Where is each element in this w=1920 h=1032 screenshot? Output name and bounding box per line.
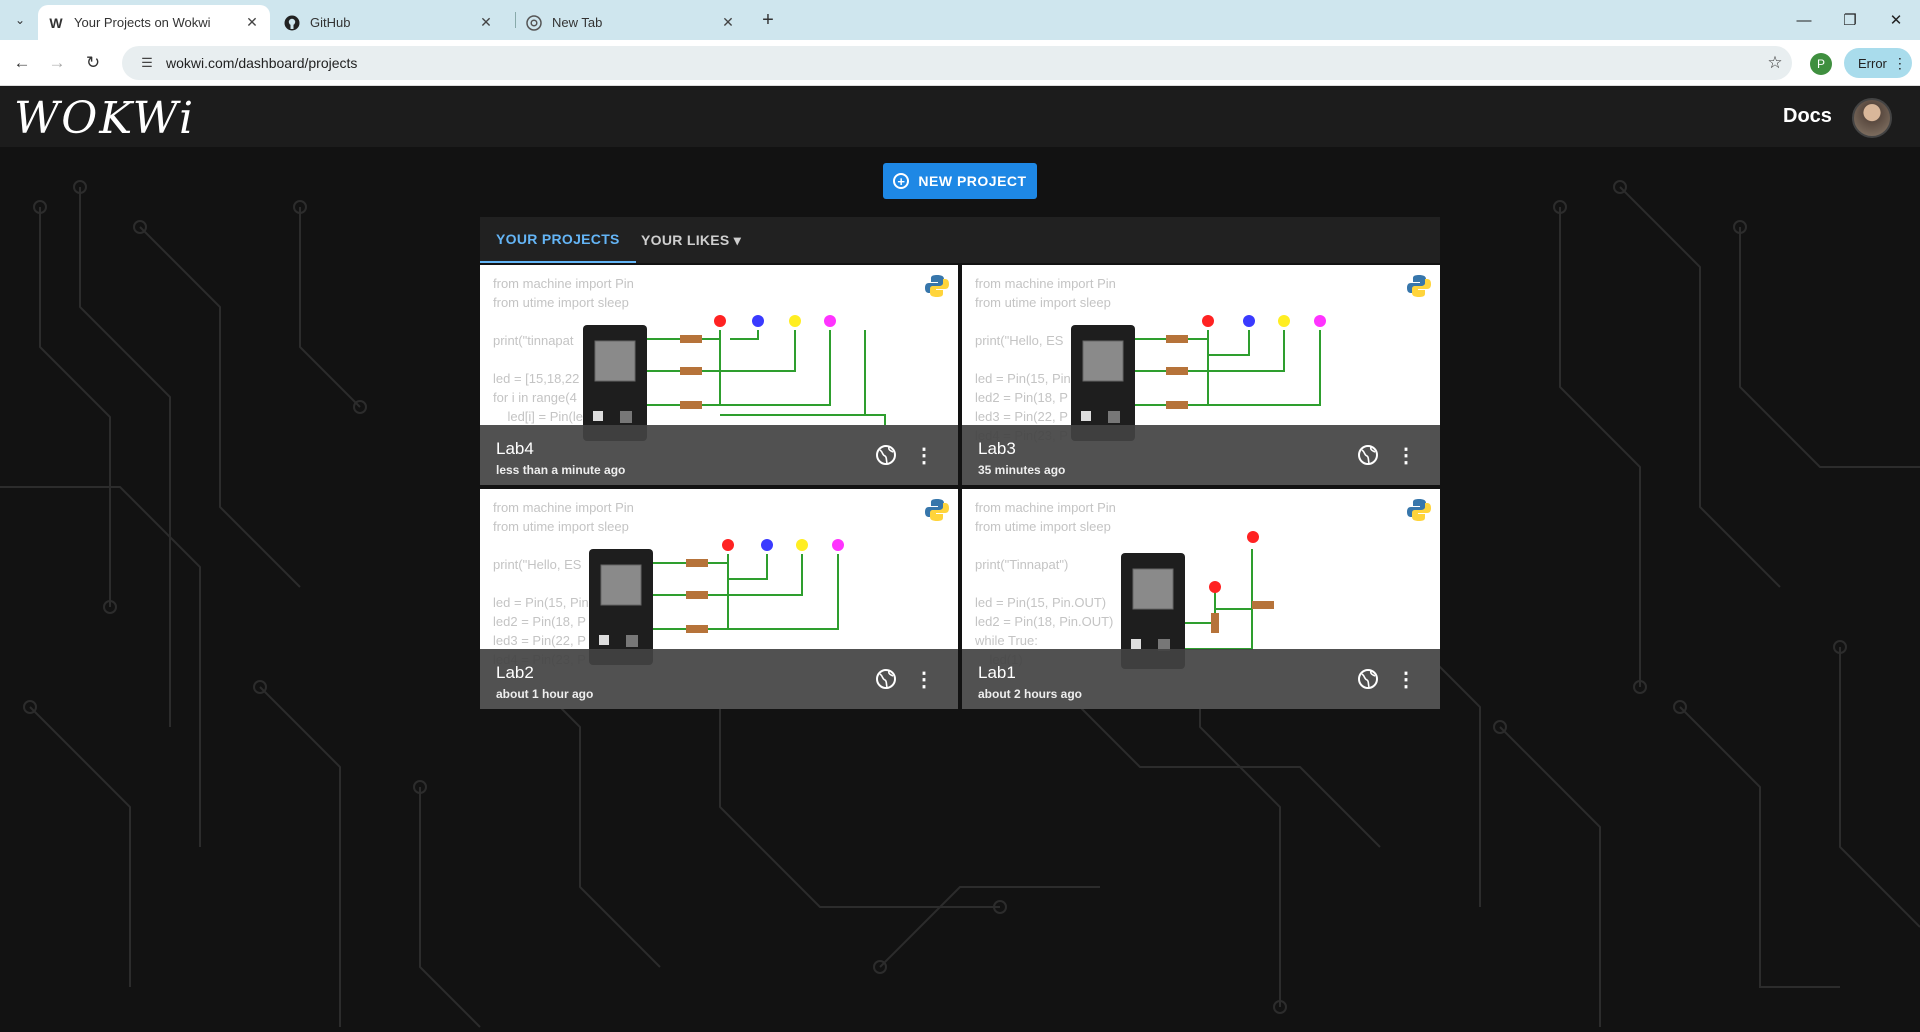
tab-your-likes[interactable]: YOUR LIKES ▾ — [641, 217, 741, 263]
card-footer: Lab1 about 2 hours ago ⋮ — [962, 649, 1440, 709]
minimize-icon[interactable]: — — [1781, 0, 1827, 40]
python-icon — [1407, 499, 1431, 521]
browser-tab-github[interactable]: GitHub ✕ — [274, 5, 504, 40]
python-icon — [925, 499, 949, 521]
close-icon[interactable]: ✕ — [244, 14, 260, 31]
wokwi-page: WOKWi Docs + NEW PROJECT YOUR PROJECTS Y… — [0, 87, 1920, 1032]
card-footer: Lab4 less than a minute ago ⋮ — [480, 425, 958, 485]
card-footer: Lab3 35 minutes ago ⋮ — [962, 425, 1440, 485]
url-text[interactable]: wokwi.com/dashboard/projects — [166, 55, 1758, 71]
address-bar[interactable]: ☰ wokwi.com/dashboard/projects ☆ — [122, 46, 1792, 80]
docs-link[interactable]: Docs — [1783, 105, 1832, 128]
reload-icon[interactable]: ↻ — [79, 49, 107, 77]
new-project-label: NEW PROJECT — [918, 173, 1027, 189]
python-icon — [1407, 275, 1431, 297]
project-name[interactable]: Lab1 — [978, 663, 1016, 683]
project-time: 35 minutes ago — [978, 463, 1066, 477]
more-vert-icon[interactable]: ⋮ — [912, 665, 936, 693]
tab-title: Your Projects on Wokwi — [74, 15, 211, 30]
github-icon — [284, 15, 300, 31]
more-vert-icon[interactable]: ⋮ — [912, 441, 936, 469]
error-button[interactable]: Error ⋮ — [1844, 48, 1912, 78]
globe-icon[interactable] — [874, 443, 898, 467]
new-project-button[interactable]: + NEW PROJECT — [883, 163, 1037, 199]
project-name[interactable]: Lab4 — [496, 439, 534, 459]
project-card-lab3[interactable]: from machine import Pin from utime impor… — [962, 265, 1440, 485]
globe-icon[interactable] — [1356, 667, 1380, 691]
project-tabs: YOUR PROJECTS YOUR LIKES ▾ — [480, 217, 1440, 263]
browser-tab-new[interactable]: New Tab ✕ — [516, 5, 746, 40]
globe-icon[interactable] — [874, 667, 898, 691]
project-name[interactable]: Lab2 — [496, 663, 534, 683]
profile-avatar[interactable]: P — [1810, 53, 1832, 75]
close-icon[interactable]: ✕ — [478, 14, 494, 31]
project-time: about 1 hour ago — [496, 687, 594, 701]
site-header: WOKWi Docs — [0, 87, 1920, 147]
browser-tab-bar: ⌄ W Your Projects on Wokwi ✕ GitHub ✕ Ne… — [0, 0, 1920, 40]
more-vert-icon[interactable]: ⋮ — [1394, 441, 1418, 469]
project-card-lab1[interactable]: from machine import Pin from utime impor… — [962, 489, 1440, 709]
project-time: about 2 hours ago — [978, 687, 1083, 701]
back-arrow-icon[interactable]: ← — [8, 49, 36, 77]
bookmark-star-icon[interactable]: ☆ — [1758, 53, 1792, 73]
browser-toolbar: ← → ↻ ☰ wokwi.com/dashboard/projects ☆ — [0, 40, 1920, 86]
user-avatar[interactable] — [1852, 98, 1892, 138]
project-card-lab4[interactable]: from machine import Pin from utime impor… — [480, 265, 958, 485]
wokwi-logo[interactable]: WOKWi — [14, 93, 195, 144]
card-footer: Lab2 about 1 hour ago ⋮ — [480, 649, 958, 709]
more-vert-icon[interactable]: ⋮ — [1394, 665, 1418, 693]
error-label: Error — [1858, 55, 1887, 71]
python-icon — [925, 275, 949, 297]
close-icon[interactable]: ✕ — [720, 14, 736, 31]
restore-icon[interactable]: ❐ — [1827, 0, 1873, 40]
chrome-icon — [526, 14, 542, 31]
forward-arrow-icon[interactable]: → — [43, 49, 71, 77]
globe-icon[interactable] — [1356, 443, 1380, 467]
wokwi-favicon-icon: W — [49, 14, 63, 31]
site-settings-icon[interactable]: ☰ — [132, 55, 162, 71]
add-circle-icon: + — [893, 173, 910, 189]
project-time: less than a minute ago — [496, 463, 626, 477]
kebab-menu-icon: ⋮ — [1892, 54, 1907, 71]
browser-tab-wokwi[interactable]: W Your Projects on Wokwi ✕ — [38, 5, 270, 40]
project-card-lab2[interactable]: from machine import Pin from utime impor… — [480, 489, 958, 709]
tab-your-projects[interactable]: YOUR PROJECTS — [480, 217, 636, 263]
tab-title: GitHub — [310, 15, 351, 30]
window-close-icon[interactable]: ✕ — [1873, 0, 1919, 40]
project-name[interactable]: Lab3 — [978, 439, 1016, 459]
tab-search-chevron-icon[interactable]: ⌄ — [8, 8, 32, 32]
new-tab-plus-icon[interactable]: + — [756, 8, 780, 32]
tab-title: New Tab — [552, 15, 603, 30]
